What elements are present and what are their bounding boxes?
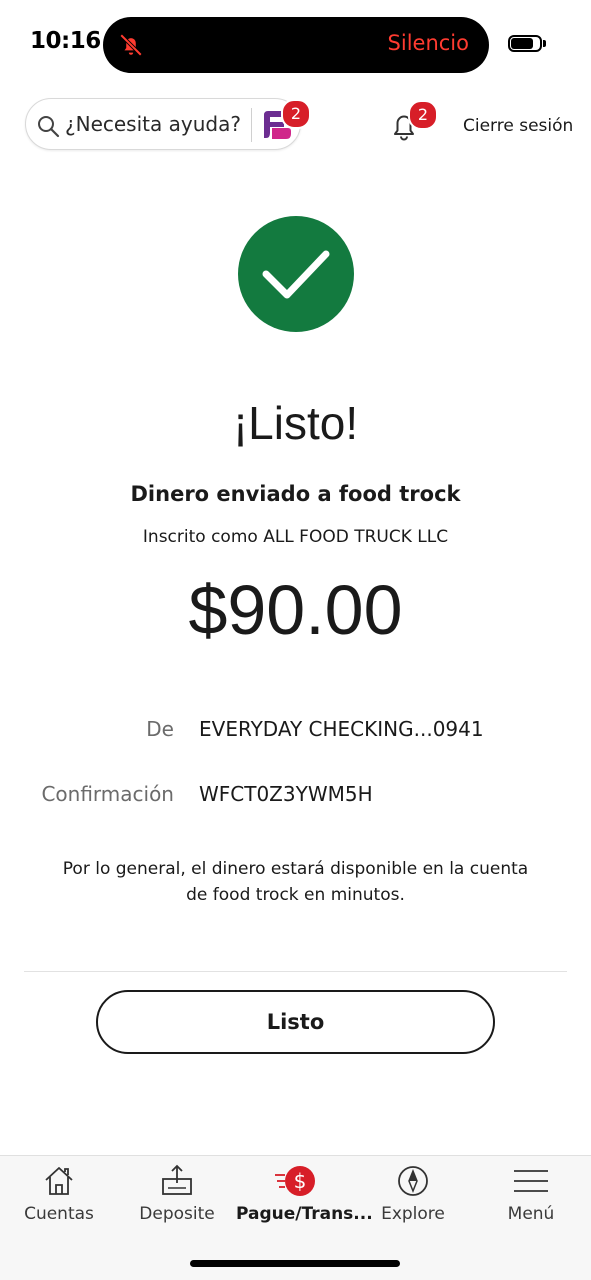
from-label: De xyxy=(146,717,174,741)
battery-level xyxy=(511,38,533,49)
tab-explore[interactable]: Explore xyxy=(354,1158,472,1238)
tab-cuentas[interactable]: Cuentas xyxy=(0,1158,118,1238)
recipient-heading: Dinero enviado a food trock xyxy=(130,482,461,506)
from-account: EVERYDAY CHECKING...0941 xyxy=(199,717,484,741)
hamburger-icon xyxy=(514,1170,548,1192)
search-divider xyxy=(251,108,252,142)
silent-mode-label: Silencio xyxy=(387,31,469,55)
confirmation-number: WFCT0Z3YWM5H xyxy=(199,782,373,806)
tab-label: Cuentas xyxy=(24,1204,94,1224)
content-divider xyxy=(24,971,567,972)
confirmation-label: Confirmación xyxy=(41,782,174,806)
transfer-amount: $90.00 xyxy=(188,571,403,649)
success-title: ¡Listo! xyxy=(232,397,359,449)
dynamic-island: Silencio xyxy=(103,17,489,73)
tab-label: Explore xyxy=(381,1204,445,1224)
tab-pague-transfiera[interactable]: $ Pague/Trans... xyxy=(236,1158,373,1238)
pay-transfer-icon: $ xyxy=(275,1166,315,1196)
done-button[interactable]: Listo xyxy=(96,990,495,1054)
availability-note: Por lo general, el dinero estará disponi… xyxy=(62,859,529,905)
notifications-badge: 2 xyxy=(408,100,438,130)
home-indicator[interactable] xyxy=(190,1260,400,1267)
enrolled-as-text: Inscrito como ALL FOOD TRUCK LLC xyxy=(142,527,449,547)
house-icon xyxy=(45,1167,73,1195)
compass-icon xyxy=(398,1166,428,1196)
tab-label: Menú xyxy=(507,1204,555,1224)
signout-link[interactable]: Cierre sesión xyxy=(463,116,573,136)
svg-text:$: $ xyxy=(294,1169,307,1193)
help-search-label[interactable]: ¿Necesita ayuda? xyxy=(65,112,241,136)
bell-slash-icon xyxy=(119,33,143,57)
status-time: 10:16 xyxy=(30,28,101,54)
tab-label: Deposite xyxy=(139,1204,215,1224)
tab-label: Pague/Trans... xyxy=(236,1204,373,1224)
tab-menu[interactable]: Menú xyxy=(472,1158,590,1238)
tab-deposite[interactable]: Deposite xyxy=(118,1158,236,1238)
search-icon xyxy=(38,116,60,138)
checkmark-icon xyxy=(262,250,330,299)
deposit-icon xyxy=(162,1164,192,1195)
battery-cap xyxy=(543,40,546,47)
fargo-badge: 2 xyxy=(281,99,311,129)
